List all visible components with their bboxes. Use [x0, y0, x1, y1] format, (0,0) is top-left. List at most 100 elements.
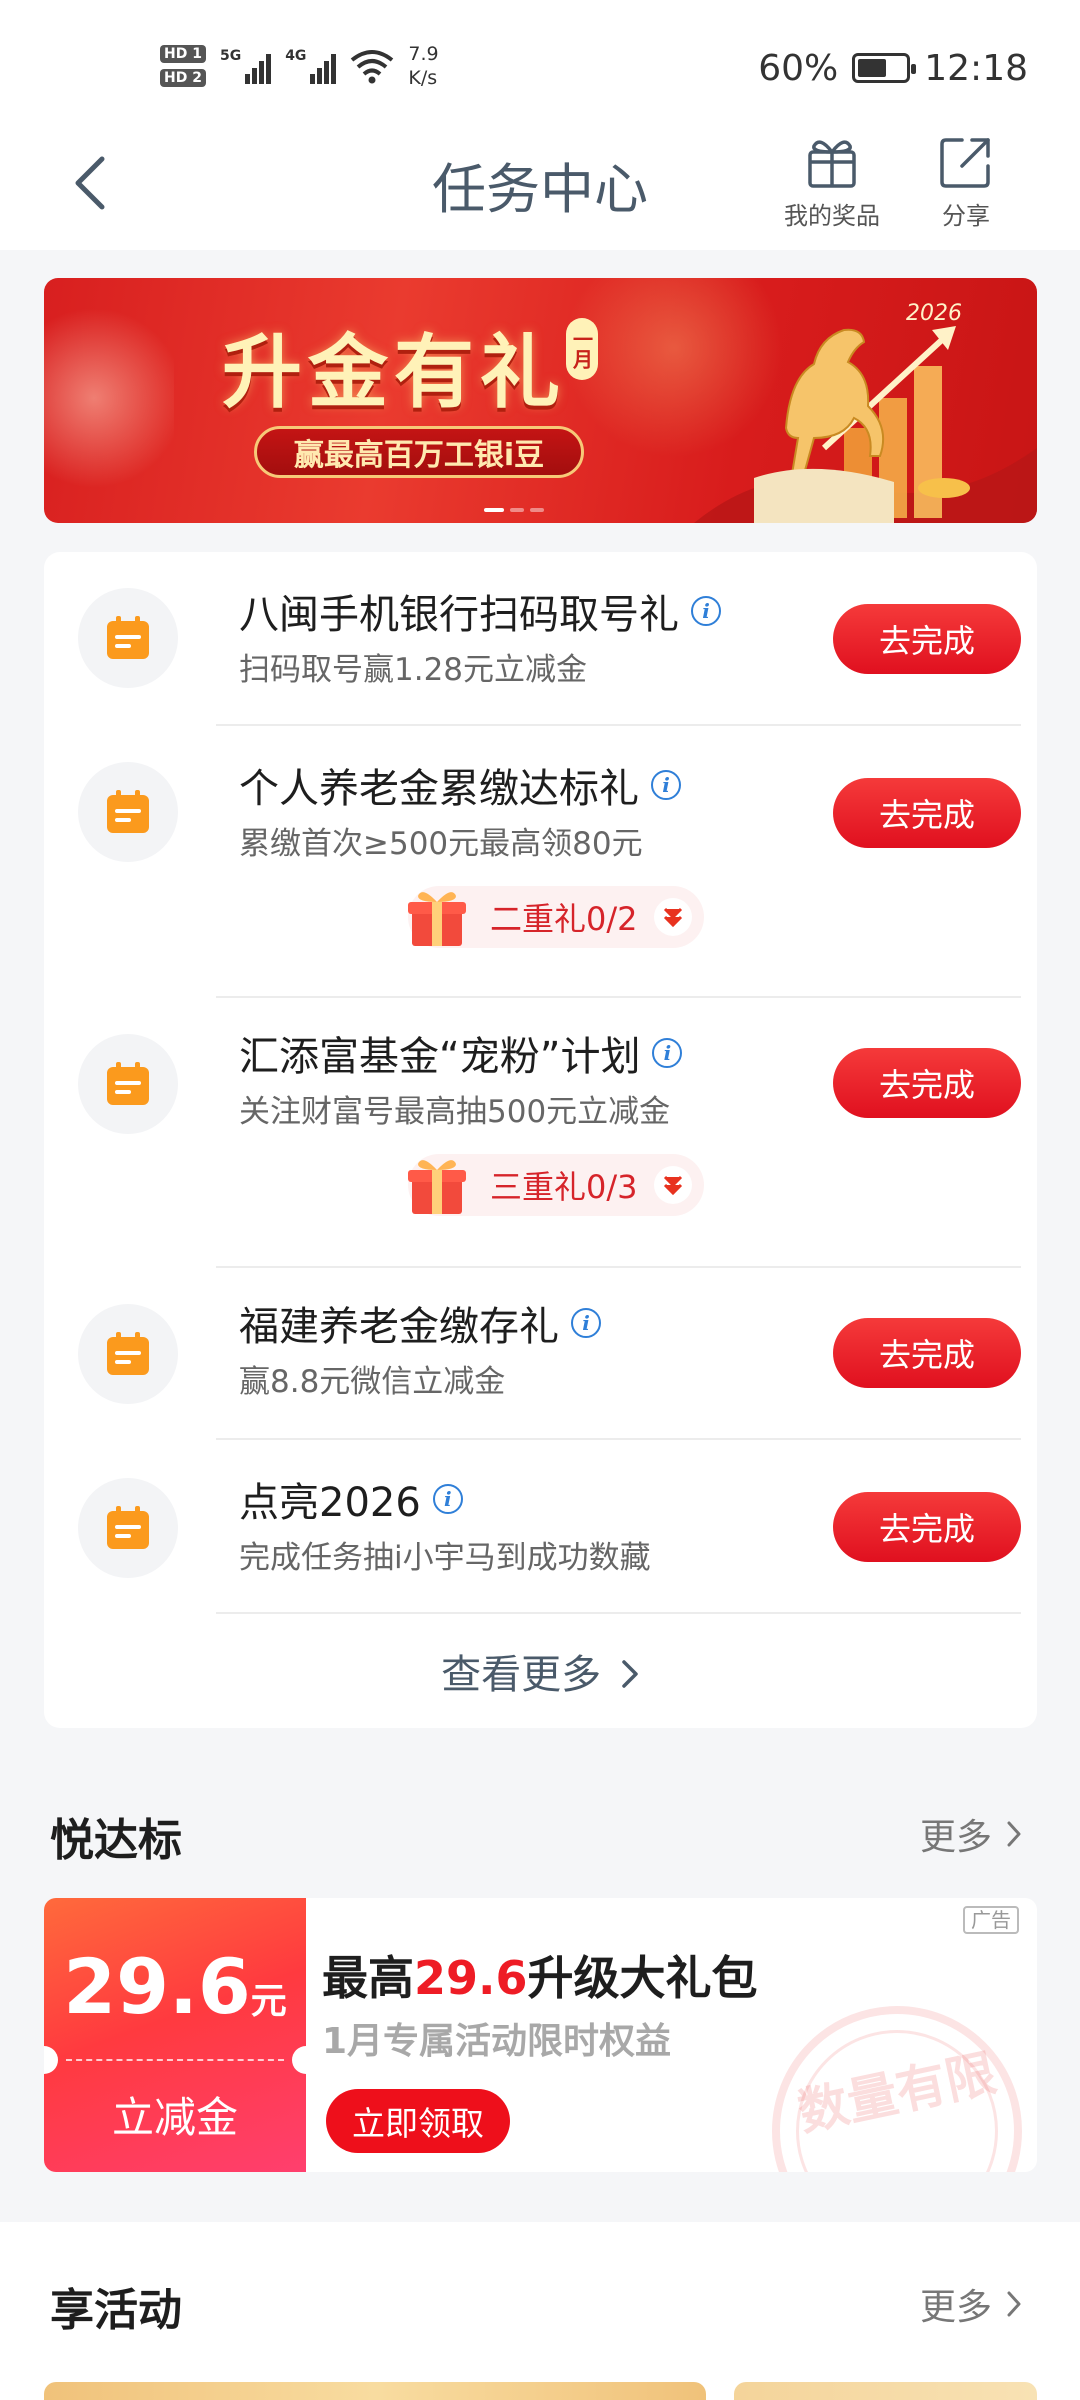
hd2-badge: HD 2: [160, 69, 206, 87]
calendar-icon: [78, 1478, 178, 1578]
go-complete-button[interactable]: 去完成: [833, 1048, 1021, 1118]
go-complete-button[interactable]: 去完成: [833, 778, 1021, 848]
limited-stamp: 数量有限: [772, 2006, 1022, 2172]
my-prizes-label: 我的奖品: [784, 202, 880, 230]
multi-reward-toggle[interactable]: 三重礼0/3: [408, 1154, 704, 1216]
banner-month-tag: 一月: [566, 318, 598, 380]
status-bar-left: HD 1 HD 2 5G 4G 7.9 K/s: [160, 36, 439, 96]
speed-unit: K/s: [408, 67, 438, 89]
task-title-text: 汇添富基金“宠粉”计划: [239, 1034, 641, 1080]
info-icon[interactable]: i: [571, 1308, 601, 1338]
battery-icon: [852, 53, 917, 83]
gift-icon: [808, 140, 856, 188]
task-item: 福建养老金缴存礼 i 赢8.8元微信立减金 去完成: [44, 1268, 1037, 1440]
task-title-text: 个人养老金累缴达标礼: [239, 766, 639, 812]
see-more-label: 查看更多: [441, 1652, 602, 1698]
promo-title: 最高29.6升级大礼包: [322, 1942, 758, 2008]
gift-box-icon: [408, 892, 466, 946]
more-label: 更多: [919, 1817, 992, 1858]
multi-reward-toggle[interactable]: 二重礼0/2: [408, 886, 704, 948]
clock: 12:18: [924, 47, 1028, 89]
lantern-glow: [44, 298, 174, 498]
promo-subtitle: 1月专属活动限时权益: [322, 2021, 672, 2062]
task-item: 汇添富基金“宠粉”计划 i 关注财富号最高抽500元立减金 去完成 三重礼0/3: [44, 998, 1037, 1268]
my-prizes-button[interactable]: 我的奖品: [772, 134, 892, 244]
golden-horse-illustration: 2026: [694, 301, 1037, 523]
go-complete-button[interactable]: 去完成: [833, 1492, 1021, 1562]
network-speed: 7.9 K/s: [408, 42, 438, 90]
see-more-link[interactable]: 查看更多: [44, 1642, 1037, 1700]
task-item: 个人养老金累缴达标礼 i 累缴首次≥500元最高领80元 去完成 二重礼0/2: [44, 728, 1037, 996]
share-icon: [940, 138, 990, 188]
coupon-amount-value: 29.6: [63, 1942, 251, 2031]
task-desc: 累缴首次≥500元最高领80元: [239, 826, 643, 862]
promo-title-suffix: 升级大礼包: [527, 1951, 758, 2005]
banner-title: 升金有礼: [222, 326, 566, 419]
coupon-promo-card[interactable]: 29.6元 立减金 数量有限 广告 最高29.6升级大礼包 1月专属活动限时权益…: [44, 1898, 1037, 2172]
section-more-activities[interactable]: 更多: [920, 2278, 1022, 2330]
task-item: 八闽手机银行扫码取号礼 i 扫码取号赢1.28元立减金 去完成: [44, 552, 1037, 728]
info-icon[interactable]: i: [651, 770, 681, 800]
ad-badge: 广告: [963, 1906, 1019, 1934]
expand-arrow-icon: [654, 1166, 692, 1204]
claim-now-button[interactable]: 立即领取: [326, 2089, 510, 2153]
coupon-perforation: [66, 2059, 284, 2061]
calendar-icon: [78, 588, 178, 688]
nav-bar: 任务中心 我的奖品 分享: [0, 120, 1080, 250]
divider: [216, 724, 1021, 726]
coupon-amount-unit: 元: [250, 1981, 287, 2022]
section-title-activities: 享活动: [50, 2285, 182, 2336]
task-title: 八闽手机银行扫码取号礼 i: [239, 582, 721, 640]
info-icon[interactable]: i: [691, 596, 721, 626]
calendar-icon: [78, 1304, 178, 1404]
task-title: 点亮2026 i: [239, 1470, 463, 1528]
banner-carousel-dots: [484, 508, 544, 512]
coupon-amount: 29.6元: [44, 1942, 306, 2031]
go-complete-button[interactable]: 去完成: [833, 604, 1021, 674]
promo-title-prefix: 最高: [322, 1951, 414, 2005]
signal-4g-icon: 4G: [285, 48, 337, 84]
hd-indicators: HD 1 HD 2: [160, 45, 206, 87]
section-title-yuedabiao: 悦达标: [50, 1815, 182, 1866]
battery-percent: 60%: [758, 47, 839, 89]
task-title: 福建养老金缴存礼 i: [239, 1294, 601, 1352]
coupon-label: 立减金: [111, 2093, 238, 2142]
banner-year-text: 2026: [906, 301, 962, 326]
signal-5g-icon: 5G: [219, 48, 272, 84]
task-desc: 完成任务抽i小宇马到成功数藏: [239, 1540, 651, 1576]
activity-card-thumbnail[interactable]: [734, 2382, 1037, 2400]
wifi-icon: [351, 50, 394, 84]
task-desc: 关注财富号最高抽500元立减金: [239, 1094, 671, 1130]
task-item: 点亮2026 i 完成任务抽i小宇马到成功数藏 去完成: [44, 1440, 1037, 1614]
share-button[interactable]: 分享: [906, 134, 1026, 244]
status-bar: HD 1 HD 2 5G 4G 7.9 K/s 60% 12:18: [0, 0, 1080, 120]
section-more-yuedabiao[interactable]: 更多: [920, 1808, 1022, 1860]
task-title: 个人养老金累缴达标礼 i: [239, 756, 681, 814]
task-title: 汇添富基金“宠粉”计划 i: [239, 1024, 683, 1082]
task-title-text: 八闽手机银行扫码取号礼: [239, 592, 679, 638]
task-title-text: 福建养老金缴存礼: [239, 1304, 559, 1350]
chevron-right-icon: [1007, 1821, 1021, 1847]
promo-title-highlight: 29.6: [414, 1951, 528, 2005]
network-4g-label: 4G: [285, 48, 307, 64]
info-icon[interactable]: i: [432, 1484, 463, 1514]
reward-progress: 二重礼0/2: [490, 900, 638, 938]
hd1-badge: HD 1: [160, 45, 206, 63]
status-bar-right: 60% 12:18: [758, 40, 1028, 96]
more-label: 更多: [919, 2287, 992, 2328]
info-icon[interactable]: i: [652, 1038, 683, 1068]
task-title-text: 点亮2026: [239, 1480, 421, 1526]
chevron-right-icon: [1007, 2291, 1021, 2317]
activity-card-thumbnail[interactable]: [44, 2382, 706, 2400]
gift-box-icon: [408, 1160, 466, 1214]
task-desc: 扫码取号赢1.28元立减金: [239, 652, 588, 688]
share-label: 分享: [942, 202, 990, 230]
task-list-card: 八闽手机银行扫码取号礼 i 扫码取号赢1.28元立减金 去完成 个人养老金累缴达…: [44, 552, 1037, 1728]
network-5g-label: 5G: [219, 48, 242, 64]
task-desc: 赢8.8元微信立减金: [239, 1364, 506, 1400]
chevron-right-icon: [622, 1660, 638, 1688]
calendar-icon: [78, 1034, 178, 1134]
go-complete-button[interactable]: 去完成: [833, 1318, 1021, 1388]
promo-banner[interactable]: 升金有礼 一月 赢最高百万工银i豆 2026: [44, 278, 1037, 523]
coupon-ticket: 29.6元 立减金: [44, 1898, 320, 2172]
